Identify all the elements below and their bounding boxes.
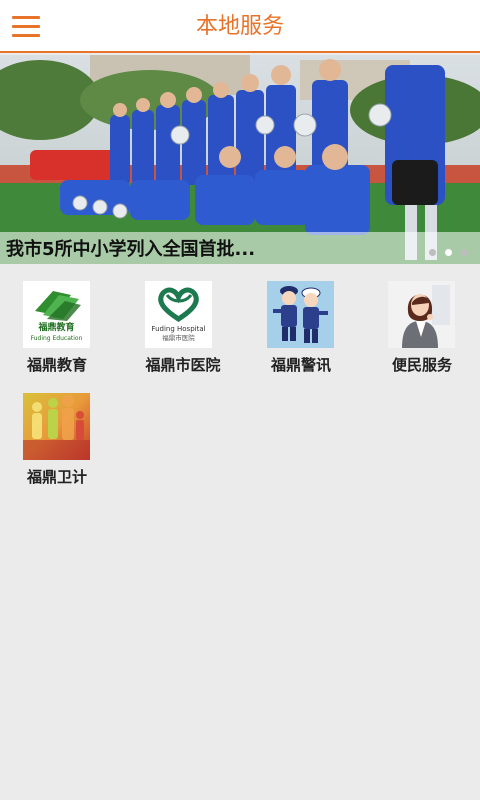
- service-tile-hospital[interactable]: Fuding Hospital 福鼎市医院 福鼎市医院: [120, 264, 240, 376]
- carousel-dot[interactable]: [429, 249, 436, 256]
- education-logo-subtext: Fuding Education: [31, 335, 83, 342]
- service-label: 福鼎卫计: [26, 468, 87, 486]
- carousel-indicators: [429, 249, 468, 256]
- carousel-dot[interactable]: [461, 249, 468, 256]
- top-bar: 本地服务: [0, 0, 480, 53]
- carousel-dot-active[interactable]: [445, 249, 452, 256]
- police-icon: [267, 281, 334, 348]
- service-tile-health[interactable]: 福鼎卫计: [0, 376, 120, 488]
- service-label: 福鼎教育: [26, 356, 87, 374]
- hospital-logo-icon: Fuding Hospital 福鼎市医院: [145, 281, 212, 348]
- banner-carousel[interactable]: 我市5所中小学列入全国首批...: [0, 55, 480, 264]
- customer-service-icon: [388, 281, 455, 348]
- service-label: 福鼎市医院: [145, 356, 221, 374]
- service-tile-convenience[interactable]: 便民服务: [365, 264, 480, 376]
- hospital-logo-subtext: 福鼎市医院: [162, 333, 195, 342]
- health-family-planning-icon: [23, 393, 90, 460]
- page-title: 本地服务: [195, 14, 284, 39]
- service-label: 福鼎警讯: [270, 356, 331, 374]
- education-logo-icon: 福鼎教育 Fuding Education: [23, 281, 90, 348]
- hospital-logo-text: Fuding Hospital: [151, 325, 205, 333]
- education-logo-text: 福鼎教育: [37, 321, 74, 333]
- service-tile-education[interactable]: 福鼎教育 Fuding Education 福鼎教育: [0, 264, 120, 376]
- service-label: 便民服务: [391, 356, 452, 374]
- service-tile-police[interactable]: 福鼎警讯: [244, 264, 364, 376]
- app-screen: 本地服务 我市5所中小学列入全国首批... 福鼎教育 Fuding Educat…: [0, 0, 480, 800]
- banner-caption[interactable]: 我市5所中小学列入全国首批...: [6, 235, 255, 261]
- banner-caption-bar: 我市5所中小学列入全国首批...: [0, 232, 480, 264]
